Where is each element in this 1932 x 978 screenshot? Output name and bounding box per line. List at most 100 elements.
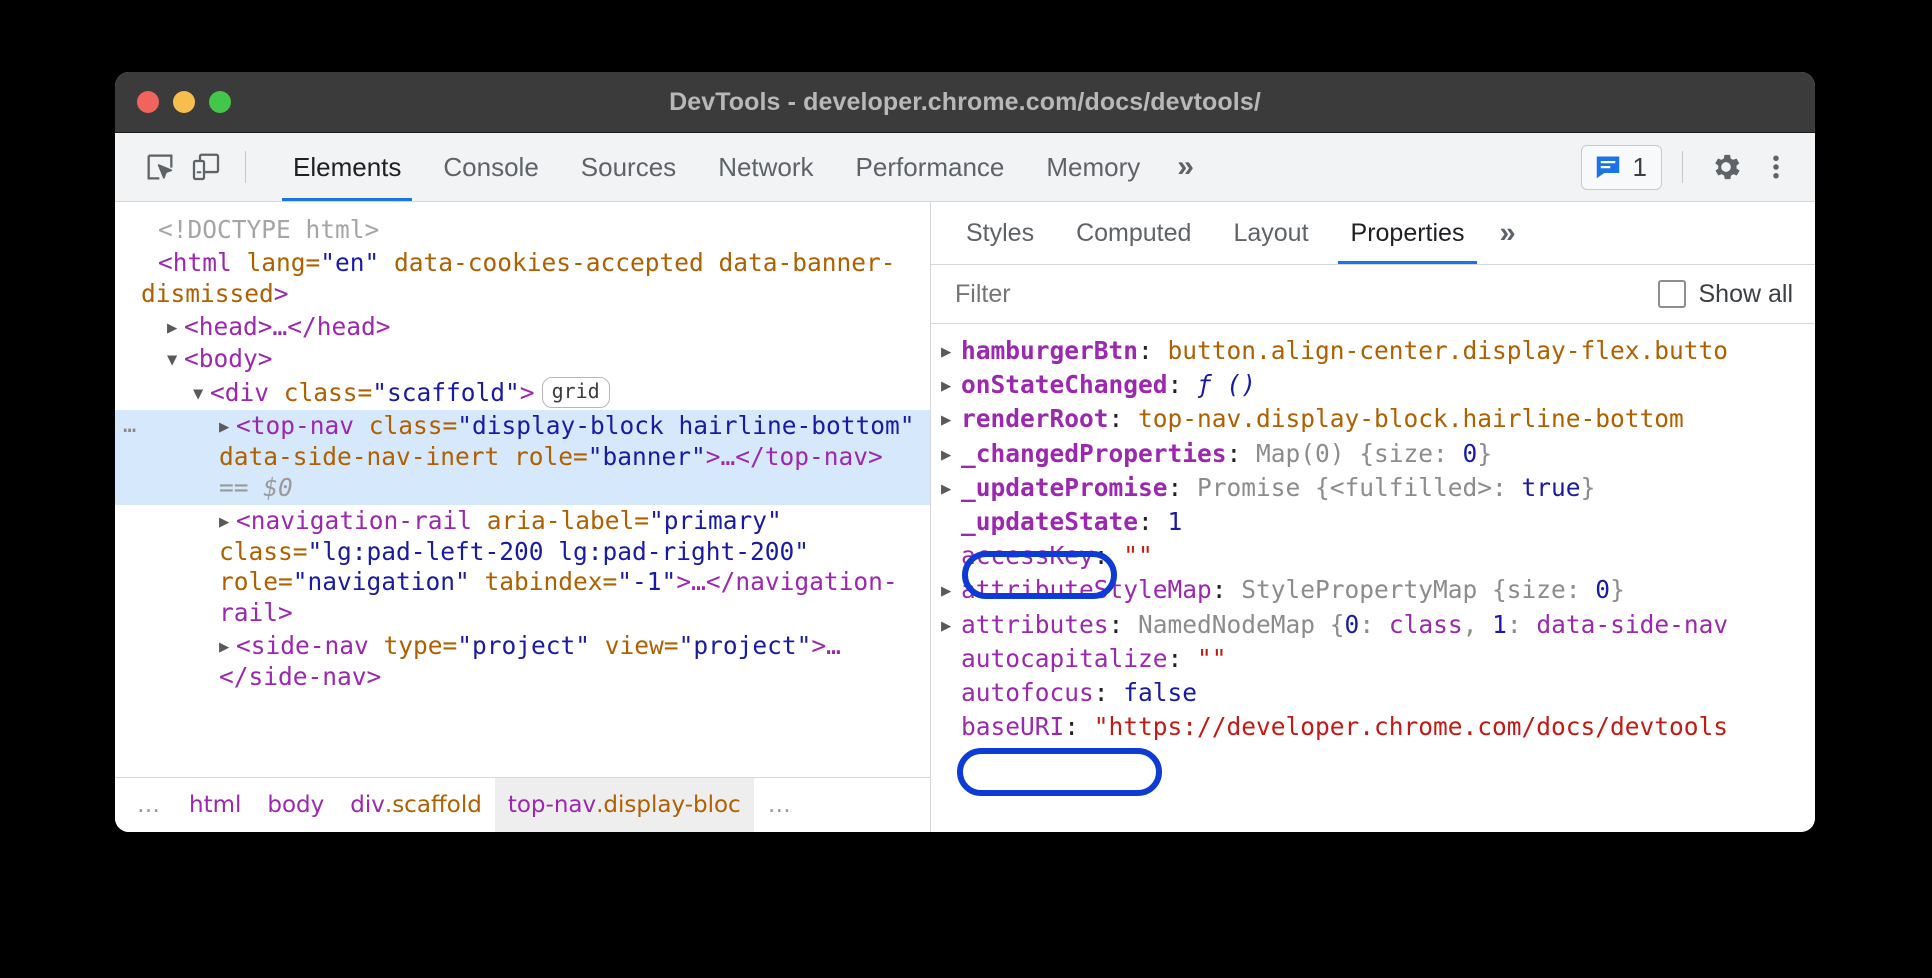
property-row-attributeStyleMap[interactable]: ▶attributeStyleMap: StylePropertyMap {si… — [931, 573, 1815, 607]
dom-token-attrval: "scaffold" — [372, 378, 520, 407]
tab-performance[interactable]: Performance — [835, 133, 1026, 201]
breadcrumb-item-label: … — [137, 792, 162, 818]
breadcrumb-item-top-nav[interactable]: top-nav.display-bloc — [495, 778, 754, 832]
dom-tree[interactable]: <!DOCTYPE html><html lang="en" data-cook… — [115, 202, 930, 777]
dom-node-top-nav[interactable]: …▶<top-nav class="display-block hairline… — [115, 410, 930, 505]
property-value-token: Map(0) {size: — [1256, 439, 1463, 468]
property-row-autocapitalize[interactable]: ▶autocapitalize: "" — [931, 642, 1815, 676]
inspect-cursor-icon[interactable] — [137, 144, 183, 190]
chevron-right-icon[interactable]: ▶ — [941, 409, 961, 431]
property-row-attributes[interactable]: ▶attributes: NamedNodeMap {0: class, 1: … — [931, 608, 1815, 642]
zoom-window-button[interactable] — [209, 91, 231, 113]
dom-node-navigation-rail[interactable]: ▶<navigation-rail aria-label="primary" c… — [115, 505, 930, 630]
dom-token-tagname: <html — [158, 248, 247, 277]
sidebar-more-tabs-icon[interactable]: » — [1485, 202, 1529, 264]
property-colon: : — [1138, 336, 1168, 365]
tab-layout[interactable]: Layout — [1212, 202, 1329, 264]
chevron-right-icon[interactable]: ▶ — [941, 375, 961, 397]
property-value-token: } — [1477, 439, 1492, 468]
breadcrumb-item-html[interactable]: html — [176, 778, 254, 832]
tab-performance-label: Performance — [856, 152, 1005, 183]
elements-pane: <!DOCTYPE html><html lang="en" data-cook… — [115, 202, 931, 832]
property-row-renderRoot[interactable]: ▶renderRoot: top-nav.display-block.hairl… — [931, 402, 1815, 436]
property-row-hamburgerBtn[interactable]: ▶hamburgerBtn: button.align-center.displ… — [931, 334, 1815, 368]
minimize-window-button[interactable] — [173, 91, 195, 113]
property-row-onStateChanged[interactable]: ▶onStateChanged: ƒ () — [931, 368, 1815, 402]
filter-row: Show all — [931, 265, 1815, 324]
property-name: attributes — [961, 610, 1109, 639]
dom-token-tagname: > — [274, 279, 289, 308]
property-row-_changedProperties[interactable]: ▶_changedProperties: Map(0) {size: 0} — [931, 437, 1815, 471]
tab-styles[interactable]: Styles — [945, 202, 1055, 264]
kebab-menu-icon[interactable] — [1753, 144, 1799, 190]
tab-computed[interactable]: Computed — [1055, 202, 1212, 264]
tab-sources[interactable]: Sources — [560, 133, 697, 201]
chevron-right-icon[interactable]: ▶ — [941, 341, 961, 363]
property-name: renderRoot — [961, 404, 1109, 433]
tab-layout-label: Layout — [1233, 219, 1308, 248]
show-all-toggle[interactable]: Show all — [1658, 280, 1794, 309]
property-value-token: 0 — [1345, 610, 1360, 639]
property-name: autocapitalize — [961, 644, 1168, 673]
tab-console[interactable]: Console — [422, 133, 559, 201]
breadcrumb-item-label: body — [267, 792, 324, 818]
toolbar-divider-2 — [1682, 151, 1683, 183]
dom-node-body-open[interactable]: ▼<body> — [115, 343, 930, 376]
property-indent-spacer: ▶ — [941, 512, 961, 534]
tab-memory[interactable]: Memory — [1025, 133, 1161, 201]
property-row-_updateState[interactable]: ▶_updateState: 1 — [931, 505, 1815, 539]
dom-node-head[interactable]: ▶<head>…</head> — [115, 311, 930, 344]
tab-properties[interactable]: Properties — [1330, 202, 1486, 264]
chevron-right-icon[interactable]: ▶ — [219, 417, 236, 438]
chevron-down-icon[interactable]: ▼ — [193, 384, 210, 405]
chevron-right-icon[interactable]: ▶ — [167, 318, 184, 339]
breadcrumb-item-label: html — [189, 792, 241, 818]
property-row-autofocus[interactable]: ▶autofocus: false — [931, 676, 1815, 710]
show-all-checkbox[interactable] — [1658, 280, 1686, 308]
dom-token-attrval: "lg:pad-left-200 lg:pad-right-200" — [308, 537, 810, 566]
panel-split: <!DOCTYPE html><html lang="en" data-cook… — [115, 202, 1815, 832]
property-row-accessKey[interactable]: ▶accessKey: "" — [931, 539, 1815, 573]
chevron-right-icon[interactable]: ▶ — [941, 615, 961, 637]
issues-button[interactable]: 1 — [1581, 145, 1662, 190]
chevron-right-icon[interactable]: ▶ — [941, 444, 961, 466]
property-value-token: top-nav.display-block.hairline-bottom — [1138, 404, 1684, 433]
properties-list[interactable]: ▶hamburgerBtn: button.align-center.displ… — [931, 324, 1815, 832]
dom-node-side-nav[interactable]: ▶<side-nav type="project" view="project"… — [115, 630, 930, 694]
dom-token-attr: class= — [284, 378, 373, 407]
dom-token-attr: type= — [384, 631, 458, 660]
device-toolbar-icon[interactable] — [183, 144, 229, 190]
chevron-right-icon[interactable]: ▶ — [941, 580, 961, 602]
breadcrumb-item-body[interactable]: body — [254, 778, 337, 832]
gear-icon[interactable] — [1703, 144, 1749, 190]
dom-token-attrval: "project" — [679, 631, 812, 660]
dom-node-html-open[interactable]: <html lang="en" data-cookies-accepted da… — [115, 247, 930, 311]
window-titlebar: DevTools - developer.chrome.com/docs/dev… — [115, 72, 1815, 133]
tab-network[interactable]: Network — [697, 133, 834, 201]
chevron-right-icon[interactable]: ▶ — [219, 512, 236, 533]
property-row-baseURI[interactable]: ▶baseURI: "https://developer.chrome.com/… — [931, 710, 1815, 744]
property-value-token: StylePropertyMap {size: — [1241, 575, 1595, 604]
dom-node-gutter-ellipsis[interactable]: … — [123, 412, 138, 440]
grid-badge[interactable]: grid — [542, 377, 610, 408]
chevron-right-icon[interactable]: ▶ — [941, 478, 961, 500]
breadcrumb-item-ellipsis-0[interactable]: … — [123, 778, 176, 832]
chevron-right-icon[interactable]: ▶ — [219, 637, 236, 658]
filter-input[interactable] — [953, 279, 1658, 310]
property-row-_updatePromise[interactable]: ▶_updatePromise: Promise {<fulfilled>: t… — [931, 471, 1815, 505]
tab-elements[interactable]: Elements — [272, 133, 422, 201]
property-colon: : — [1168, 644, 1198, 673]
property-value-token: } — [1581, 473, 1596, 502]
dom-node-div-scaffold[interactable]: ▼<div class="scaffold">grid — [115, 376, 930, 410]
breadcrumb[interactable]: … html body div.scaffoldtop-nav.display-blo… — [115, 777, 930, 832]
breadcrumb-item-ellipsis-5[interactable]: … — [754, 778, 807, 832]
property-value-token: data-side-nav — [1536, 610, 1728, 639]
breadcrumb-item-div[interactable]: div.scaffold — [337, 778, 495, 832]
dom-node-doctype[interactable]: <!DOCTYPE html> — [115, 214, 930, 247]
dom-token-tagname: <top-nav — [236, 411, 369, 440]
chevron-down-icon[interactable]: ▼ — [167, 350, 184, 371]
close-window-button[interactable] — [137, 91, 159, 113]
dom-token-attr: tabindex= — [470, 567, 618, 596]
issues-count: 1 — [1633, 152, 1647, 183]
more-tabs-icon[interactable]: » — [1161, 133, 1210, 201]
